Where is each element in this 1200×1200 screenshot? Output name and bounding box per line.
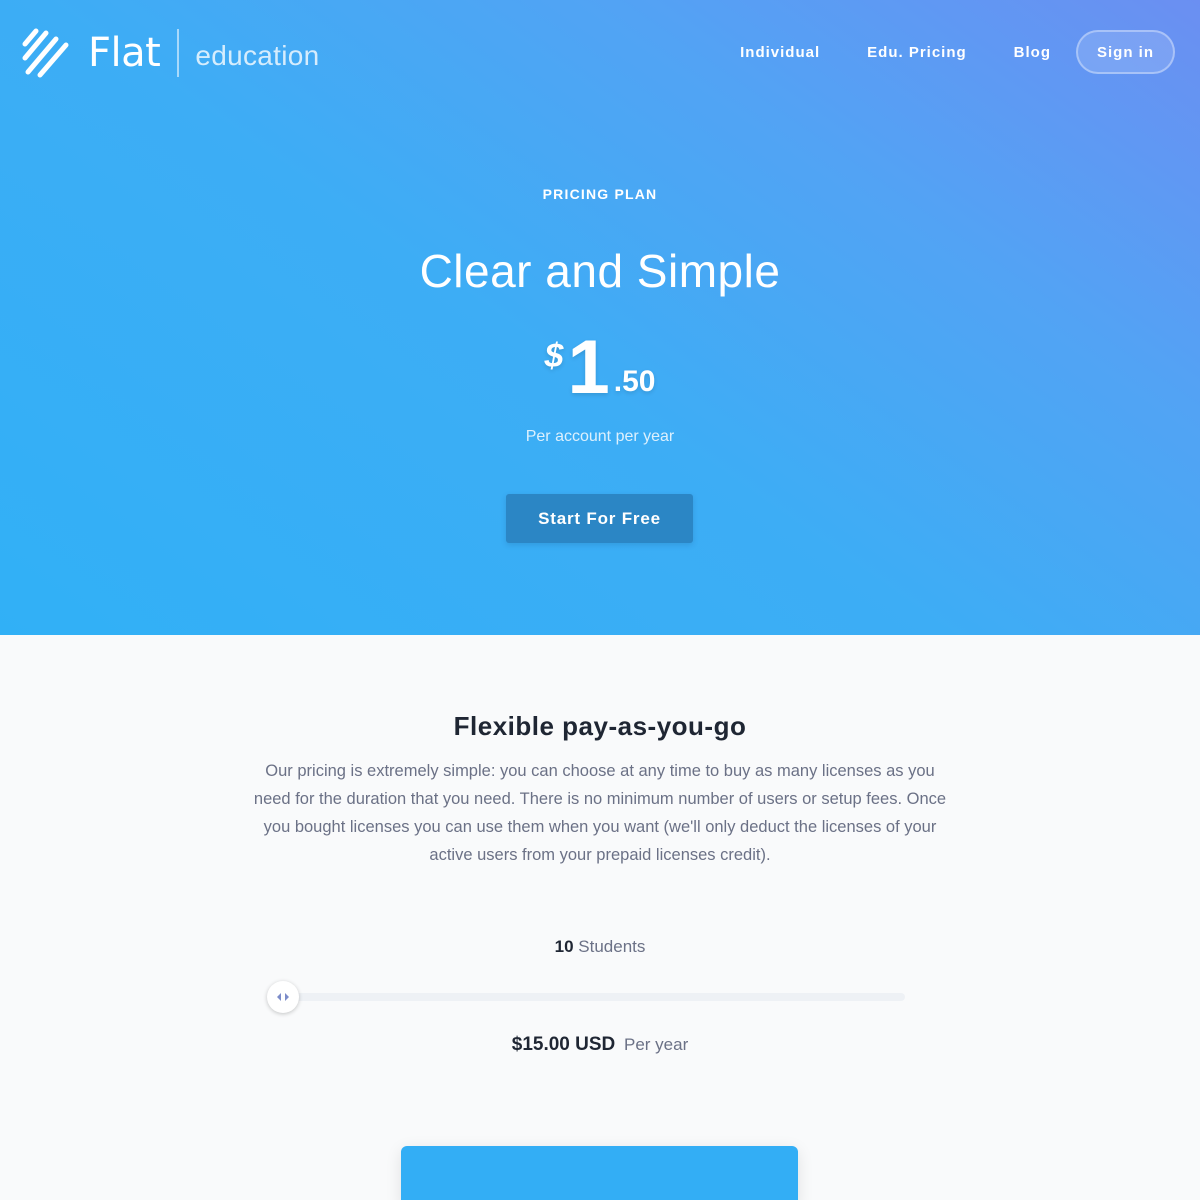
students-slider-handle[interactable] [267, 981, 299, 1013]
section-description: Our pricing is extremely simple: you can… [253, 762, 947, 864]
price-period: Per account per year [525, 428, 675, 445]
total-price: $15.00 USD Per year [0, 1034, 1200, 1056]
hero-section: Flat education Individual Edu. Pricing B… [0, 0, 1200, 635]
arrows-horizontal-icon [277, 993, 289, 1001]
hero-price: $ 1 .50 [0, 325, 1200, 406]
top-nav: Individual Edu. Pricing Blog Sign in [740, 30, 1175, 74]
students-slider-track[interactable] [283, 993, 905, 1001]
nav-link-individual[interactable]: Individual [740, 44, 820, 61]
pricing-eyebrow: PRICING PLAN [542, 186, 658, 202]
buy-card [401, 1146, 798, 1200]
logo[interactable]: Flat education [22, 28, 319, 78]
logo-subtitle: education [195, 40, 320, 71]
students-count-label: 10 Students [0, 937, 1200, 957]
students-unit: Students [578, 937, 646, 956]
students-count: 10 [554, 937, 574, 956]
hero-headline: Clear and Simple [419, 245, 781, 297]
section-title: Flexible pay-as-you-go [453, 711, 747, 741]
price-currency: $ [544, 337, 564, 375]
start-for-free-button[interactable]: Start For Free [506, 494, 693, 543]
flat-logo-icon [22, 28, 69, 78]
sign-in-button[interactable]: Sign in [1076, 30, 1175, 74]
price-decimal: .50 [613, 365, 656, 398]
logo-wordmark: Flat [88, 30, 161, 76]
nav-link-edu-pricing[interactable]: Edu. Pricing [867, 44, 967, 61]
price-integer: 1 [567, 325, 610, 410]
logo-divider [177, 29, 180, 77]
nav-link-blog[interactable]: Blog [1014, 44, 1051, 61]
total-period: Per year [624, 1035, 689, 1054]
total-amount: $15.00 USD [511, 1034, 616, 1055]
